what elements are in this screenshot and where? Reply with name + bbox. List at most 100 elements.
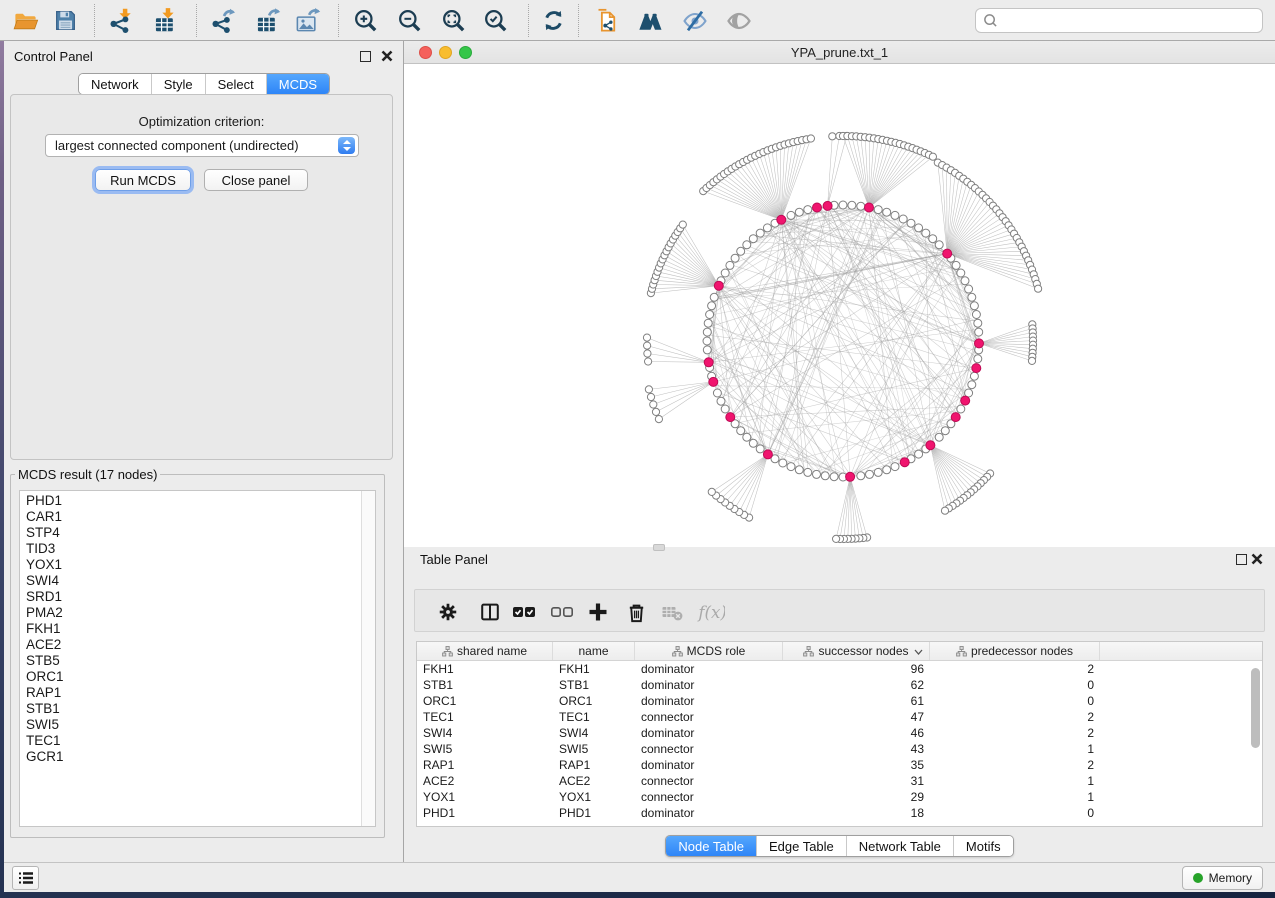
network-node[interactable] [743,241,751,249]
network-node[interactable] [795,208,803,216]
network-node[interactable] [907,219,915,227]
mcds-network-node[interactable] [704,358,713,367]
network-node[interactable] [737,247,745,255]
mcds-result-item[interactable]: GCR1 [26,749,361,765]
search-input[interactable] [1003,13,1255,28]
network-node[interactable] [645,358,652,365]
network-graph[interactable] [404,64,1275,547]
network-node[interactable] [935,241,943,249]
column-header-name[interactable]: name [553,642,635,660]
mcds-result-item[interactable]: RAP1 [26,685,361,701]
mcds-network-node[interactable] [846,472,855,481]
network-node[interactable] [952,261,960,269]
mcds-network-node[interactable] [714,281,723,290]
network-node[interactable] [970,372,978,380]
network-node[interactable] [935,433,943,441]
network-node[interactable] [704,319,712,327]
mcds-network-node[interactable] [900,458,909,467]
table-row[interactable]: SWI4SWI4dominator462 [417,725,1262,741]
network-node[interactable] [647,393,654,400]
network-node[interactable] [737,427,745,435]
network-node[interactable] [929,235,937,243]
control-tab-mcds[interactable]: MCDS [266,74,329,94]
network-node[interactable] [708,302,716,310]
mcds-result-item[interactable]: STB1 [26,701,361,717]
network-node[interactable] [779,459,787,467]
network-node[interactable] [915,450,923,458]
mcds-result-item[interactable]: PHD1 [26,493,361,509]
zoom-in-icon[interactable] [348,4,382,37]
zoom-fit-icon[interactable] [436,4,470,37]
network-node[interactable] [795,466,803,474]
network-node[interactable] [731,254,739,262]
column-header-shared-name[interactable]: shared name [417,642,553,660]
close-table-panel-icon[interactable] [1250,552,1264,566]
network-node[interactable] [941,507,948,514]
network-node[interactable] [643,334,650,341]
deselect-checks-icon[interactable] [547,597,577,627]
mcds-result-item[interactable]: FKH1 [26,621,361,637]
network-node[interactable] [644,342,651,349]
optimization-criterion-dropdown[interactable]: largest connected component (undirected) [45,134,359,157]
mcds-network-node[interactable] [709,377,718,386]
table-tab-motifs[interactable]: Motifs [953,836,1013,856]
add-column-icon[interactable] [583,597,613,627]
mcds-network-node[interactable] [972,364,981,373]
mcds-result-item[interactable]: TID3 [26,541,361,557]
run-mcds-button[interactable]: Run MCDS [95,169,191,191]
export-table-icon[interactable] [250,4,284,37]
zoom-selected-icon[interactable] [478,4,512,37]
network-node[interactable] [710,293,718,301]
network-node[interactable] [970,302,978,310]
network-node[interactable] [972,311,980,319]
search-box[interactable] [975,8,1263,33]
network-node[interactable] [703,337,711,345]
mcds-network-node[interactable] [726,413,735,422]
network-node[interactable] [968,381,976,389]
share-document-icon[interactable] [590,4,624,37]
mcds-result-item[interactable]: SWI4 [26,573,361,589]
horizontal-splitter-handle[interactable] [653,544,665,551]
control-tab-network[interactable]: Network [79,74,151,94]
network-node[interactable] [804,468,812,476]
network-node[interactable] [961,277,969,285]
network-node[interactable] [703,346,711,354]
settings-gear-icon[interactable] [433,597,463,627]
mcds-result-item[interactable]: STP4 [26,525,361,541]
network-node[interactable] [874,206,882,214]
delete-table-icon[interactable] [657,597,687,627]
network-node[interactable] [721,405,729,413]
network-node[interactable] [833,535,840,542]
table-row[interactable]: RAP1RAP1dominator352 [417,757,1262,773]
table-row[interactable]: PHD1PHD1dominator180 [417,805,1262,821]
table-row[interactable]: YOX1YOX1connector291 [417,789,1262,805]
import-table-icon[interactable] [148,4,182,37]
network-node[interactable] [645,386,652,393]
table-row[interactable]: ACE2ACE2connector311 [417,773,1262,789]
network-node[interactable] [756,229,764,237]
network-node[interactable] [726,261,734,269]
mcds-result-item[interactable]: PMA2 [26,605,361,621]
export-network-icon[interactable] [206,4,240,37]
network-canvas[interactable] [404,64,1275,547]
network-node[interactable] [1035,285,1042,292]
network-node[interactable] [713,389,721,397]
network-node[interactable] [957,269,965,277]
table-scrollbar[interactable] [1251,668,1260,748]
mcds-result-item[interactable]: SRD1 [26,589,361,605]
network-node[interactable] [807,135,814,142]
mcds-network-node[interactable] [975,339,984,348]
network-node[interactable] [874,468,882,476]
network-node[interactable] [743,433,751,441]
memory-button[interactable]: Memory [1182,866,1263,890]
mcds-network-node[interactable] [763,450,772,459]
network-node[interactable] [679,221,686,228]
table-tab-node-table[interactable]: Node Table [666,836,756,856]
task-history-button[interactable] [12,866,39,890]
network-node[interactable] [929,153,936,160]
network-node[interactable] [922,229,930,237]
table-row[interactable]: STB1STB1dominator620 [417,677,1262,693]
table-tab-edge-table[interactable]: Edge Table [756,836,846,856]
network-node[interactable] [883,208,891,216]
network-node[interactable] [957,405,965,413]
